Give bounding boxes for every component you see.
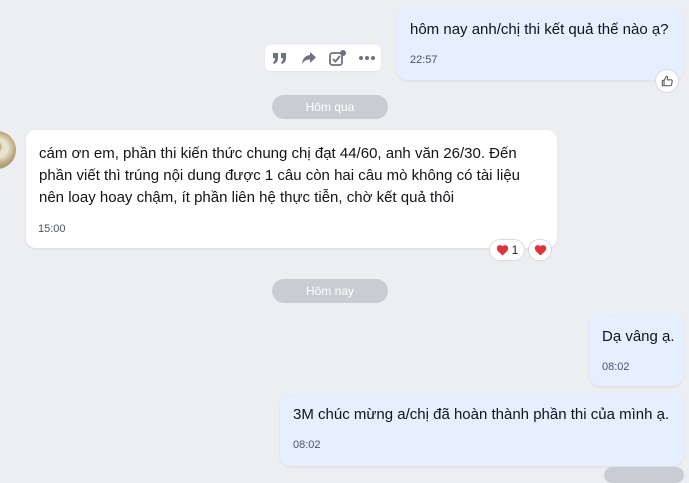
date-separator: Hôm qua	[272, 95, 388, 119]
more-icon[interactable]	[356, 47, 378, 69]
message-bubble-mine[interactable]: Dạ vâng ạ. 08:02	[590, 313, 683, 386]
message-time: 08:02	[293, 439, 321, 451]
avatar[interactable]	[0, 131, 16, 169]
thumbs-up-icon	[661, 75, 673, 87]
quote-icon[interactable]	[269, 47, 291, 69]
forward-icon[interactable]	[298, 47, 320, 69]
scroll-to-bottom-indicator[interactable]	[604, 467, 684, 483]
heart-icon	[534, 245, 546, 256]
message-time: 08:02	[602, 361, 630, 373]
message-text: hôm nay anh/chị thi kết quả thế nào ạ?	[410, 21, 669, 38]
reaction-summary[interactable]: 1	[489, 239, 525, 261]
message-action-toolbar	[265, 45, 381, 71]
reaction-count: 1	[511, 243, 519, 257]
date-separator: Hôm nay	[272, 279, 388, 303]
message-time: 22:57	[410, 54, 438, 66]
message-text: Dạ vâng ạ.	[602, 328, 675, 345]
message-text-line: phần viết thì trúng nội dung được 1 câu …	[39, 167, 521, 184]
message-bubble-mine[interactable]: hôm nay anh/chị thi kết quả thế nào ạ? 2…	[397, 6, 683, 80]
task-icon[interactable]	[327, 47, 349, 69]
heart-icon	[496, 245, 508, 256]
message-time: 15:00	[38, 223, 66, 235]
react-heart-button[interactable]	[528, 239, 552, 261]
message-text: 3M chúc mừng a/chị đã hoàn thành phần th…	[293, 406, 670, 423]
message-bubble-theirs[interactable]: cám ơn em, phần thi kiến thức chung chị …	[26, 130, 557, 248]
message-text-line: nên loay hoay chậm, ít phần liên hệ thực…	[39, 189, 455, 206]
message-bubble-mine[interactable]: 3M chúc mừng a/chị đã hoàn thành phần th…	[280, 393, 683, 466]
like-button[interactable]	[655, 69, 679, 93]
message-text-line: cám ơn em, phần thi kiến thức chung chị …	[39, 145, 517, 162]
